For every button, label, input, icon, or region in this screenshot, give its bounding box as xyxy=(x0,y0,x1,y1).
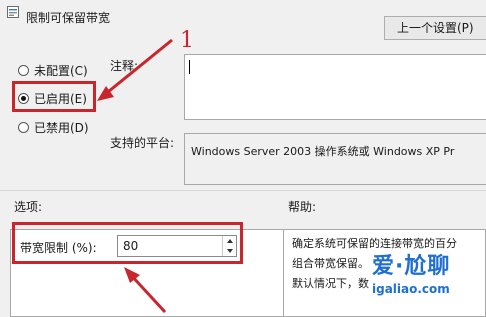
radio-disabled[interactable]: 已禁用(D) xyxy=(18,119,89,136)
radio-circle[interactable] xyxy=(18,122,29,133)
help-heading: 帮助: xyxy=(288,200,317,214)
text-caret xyxy=(189,60,190,74)
highlight-box-enabled xyxy=(12,81,96,112)
comment-textarea[interactable] xyxy=(184,54,486,120)
radio-circle[interactable] xyxy=(18,65,29,76)
policy-setting-icon xyxy=(7,6,19,18)
previous-setting-button[interactable]: 上一个设置(P) xyxy=(384,16,486,40)
supported-platform-text: Windows Server 2003 操作系统或 Windows XP Pr xyxy=(184,133,486,185)
radio-label: 已禁用(D) xyxy=(34,121,89,135)
arrow-head-icon xyxy=(97,86,114,101)
step-number: 1 xyxy=(180,28,194,53)
supported-platform-label: 支持的平台: xyxy=(110,136,175,150)
comment-label: 注释: xyxy=(110,59,139,73)
options-heading: 选项: xyxy=(14,200,43,214)
highlight-box-bandwidth xyxy=(12,222,243,264)
watermark: 爱·尬聊 igaliao.com xyxy=(372,248,450,296)
watermark-logo: 爱·尬聊 xyxy=(372,254,451,279)
watermark-domain: igaliao.com xyxy=(372,282,450,296)
radio-not-configured[interactable]: 未配置(C) xyxy=(18,62,88,79)
window-title: 限制可保留带宽 xyxy=(26,11,111,25)
radio-label: 未配置(C) xyxy=(34,64,88,78)
section-divider xyxy=(0,190,486,191)
